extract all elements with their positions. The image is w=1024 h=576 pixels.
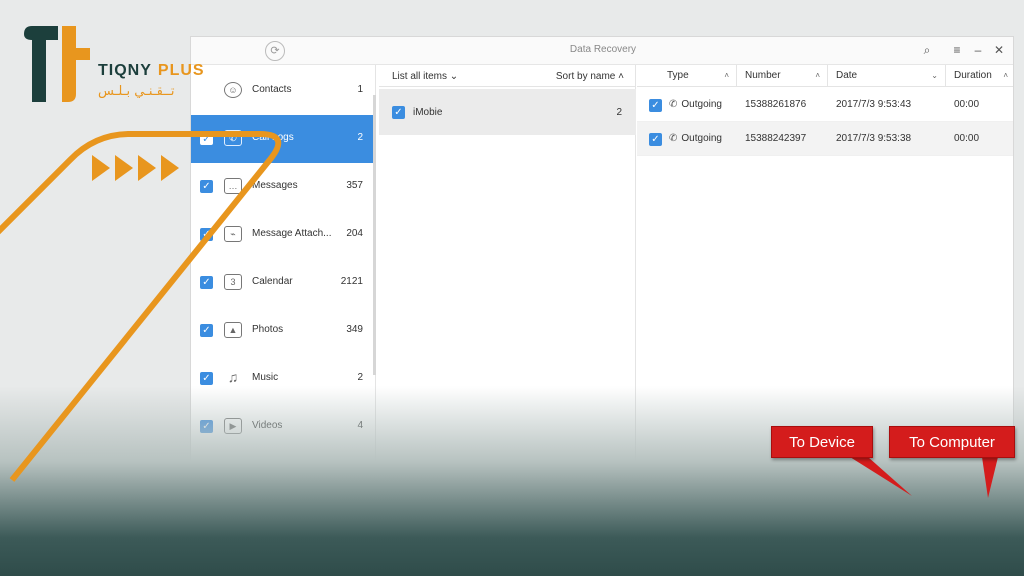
sidebar-item-count: 2 xyxy=(357,132,363,143)
column-number[interactable]: Number ˄ xyxy=(737,65,828,87)
outgoing-call-icon: ✆ xyxy=(669,133,678,144)
number-cell: 15388242397 xyxy=(745,133,807,144)
sidebar-item-label: Contacts xyxy=(252,84,292,95)
source-list: List all items ⌄ Sort by name ˄ ✓ iMobie… xyxy=(379,65,636,490)
sidebar-item-count: 349 xyxy=(346,324,363,335)
export-to-device-icon: ⇥ xyxy=(910,502,944,536)
sidebar-item-count: 2121 xyxy=(340,276,363,287)
document-icon: A xyxy=(224,466,242,482)
home-icon[interactable]: ⌂ xyxy=(201,504,231,534)
selected-count: 4120 xyxy=(596,513,626,528)
message-icon: … xyxy=(224,178,242,194)
table-header: Type ˄ Number ˄ Date ⌄ Duration ˄ xyxy=(637,65,1013,87)
sidebar-item-label: Videos xyxy=(252,420,283,431)
attachment-icon: ⌁ xyxy=(224,226,242,242)
list-item[interactable]: ✓ iMobie 2 xyxy=(379,89,636,135)
date-cell: 2017/7/3 9:53:38 xyxy=(836,133,912,144)
video-icon: ▶ xyxy=(224,418,242,434)
to-computer-callout: To Computer xyxy=(889,426,1015,458)
music-icon: ♫ xyxy=(227,369,239,385)
sidebar-item-label: App Documents xyxy=(252,468,324,479)
photo-icon: ▲ xyxy=(224,322,242,338)
sidebar-item-calendar[interactable]: ✓ 3 Calendar 2121 xyxy=(191,259,376,307)
sidebar-item-count: 357 xyxy=(346,180,363,191)
sidebar-item-call-logs[interactable]: ✓ ✆ Call Logs 2 xyxy=(191,115,376,163)
checkbox[interactable]: ✓ xyxy=(200,132,213,145)
sort-by-name-dropdown[interactable]: Sort by name ˄ xyxy=(556,71,624,82)
checkbox[interactable]: ✓ xyxy=(649,133,662,146)
minimize-icon[interactable]: – xyxy=(970,42,986,58)
gear-icon[interactable]: ⚙ xyxy=(241,504,271,534)
list-item-name: iMobie xyxy=(413,107,443,118)
checkbox[interactable]: ✓ xyxy=(200,324,213,337)
type-cell: ✆ Outgoing xyxy=(669,133,722,144)
brand-logo: TIQNY PLUS تــقـنـي بـلـس xyxy=(22,24,205,104)
checkbox[interactable]: ✓ xyxy=(200,180,213,193)
duration-cell: 00:00 xyxy=(954,133,980,144)
column-duration[interactable]: Duration ˄ xyxy=(946,65,1013,87)
number-cell: 15388261876 xyxy=(745,99,807,110)
selection-status: You have selected 4120 items to recover. xyxy=(487,513,725,528)
table-row[interactable]: ✓ ✆ Outgoing 15388261876 2017/7/3 9:53:43… xyxy=(637,88,1013,122)
sidebar-item-contacts[interactable]: ☺ Contacts 1 xyxy=(191,67,376,115)
sidebar-item-photos[interactable]: ✓ ▲ Photos 349 xyxy=(191,307,376,355)
sidebar-item-videos[interactable]: ✓ ▶ Videos 4 xyxy=(191,403,376,451)
list-all-items-dropdown[interactable]: List all items ⌄ xyxy=(392,71,458,82)
source-list-header: List all items ⌄ Sort by name ˄ xyxy=(379,65,636,87)
checkbox[interactable]: ✓ xyxy=(649,99,662,112)
outgoing-call-icon: ✆ xyxy=(669,99,678,110)
data-recovery-window: ⟳ Data Recovery ⌕ ≡ – ✕ ☺ Contacts 1 ✓ ✆… xyxy=(190,36,1014,546)
bottom-bar: ⌂ ⚙ You have selected 4120 items to reco… xyxy=(191,490,1013,545)
sidebar-scrollbar[interactable] xyxy=(373,95,376,375)
brand-arabic: تــقـنـي بـلـس xyxy=(98,84,175,99)
sidebar-item-message-attachments[interactable]: ✓ ⌁ Message Attach... 204 xyxy=(191,211,376,259)
download-to-computer-icon: ⤓ xyxy=(962,502,996,536)
sidebar-item-label: Messages xyxy=(252,180,298,191)
phone-icon: ✆ xyxy=(224,130,242,146)
close-icon[interactable]: ✕ xyxy=(991,42,1007,58)
list-item-count: 2 xyxy=(616,107,622,118)
sidebar-item-count: 4 xyxy=(357,420,363,431)
checkbox[interactable]: ✓ xyxy=(200,372,213,385)
duration-cell: 00:00 xyxy=(954,99,980,110)
sidebar-item-count: 2 xyxy=(357,372,363,383)
sidebar-item-label: Music xyxy=(252,372,279,383)
table-row[interactable]: ✓ ✆ Outgoing 15388242397 2017/7/3 9:53:38… xyxy=(637,122,1013,156)
brand-name: TIQNY PLUS xyxy=(98,62,205,79)
checkbox[interactable]: ✓ xyxy=(200,468,213,481)
menu-icon[interactable]: ≡ xyxy=(949,42,965,58)
type-cell: ✆ Outgoing xyxy=(669,99,722,110)
logo-mark-icon xyxy=(24,26,90,102)
category-sidebar: ☺ Contacts 1 ✓ ✆ Call Logs 2 ✓ … Message… xyxy=(191,65,376,490)
to-device-button[interactable]: ⇥ xyxy=(905,497,949,541)
sidebar-item-label: Call Logs xyxy=(252,132,294,143)
checkbox[interactable]: ✓ xyxy=(200,420,213,433)
date-cell: 2017/7/3 9:53:43 xyxy=(836,99,912,110)
to-device-callout: To Device xyxy=(771,426,873,458)
search-icon[interactable]: ⌕ xyxy=(919,42,935,58)
column-date[interactable]: Date ⌄ xyxy=(828,65,946,87)
to-computer-button[interactable]: ⤓ xyxy=(957,497,1001,541)
title-bar: ⟳ Data Recovery ⌕ ≡ – ✕ xyxy=(191,37,1013,65)
window-title: Data Recovery xyxy=(569,44,637,55)
calendar-icon: 3 xyxy=(224,274,242,290)
sidebar-item-label: Photos xyxy=(252,324,284,335)
sidebar-item-label: Message Attach... xyxy=(252,228,332,239)
checkbox[interactable]: ✓ xyxy=(392,106,405,119)
sidebar-item-count: 1080 xyxy=(340,468,363,479)
sidebar-item-label: Calendar xyxy=(252,276,293,287)
sidebar-item-messages[interactable]: ✓ … Messages 357 xyxy=(191,163,376,211)
brand-plus: PLUS xyxy=(157,62,205,79)
person-icon: ☺ xyxy=(224,82,242,98)
sidebar-item-count: 204 xyxy=(346,228,363,239)
checkbox[interactable]: ✓ xyxy=(200,276,213,289)
sidebar-item-count: 1 xyxy=(357,84,363,95)
sidebar-item-music[interactable]: ✓ ♫ Music 2 xyxy=(191,355,376,403)
checkbox[interactable]: ✓ xyxy=(200,228,213,241)
column-type[interactable]: Type ˄ xyxy=(637,65,737,87)
